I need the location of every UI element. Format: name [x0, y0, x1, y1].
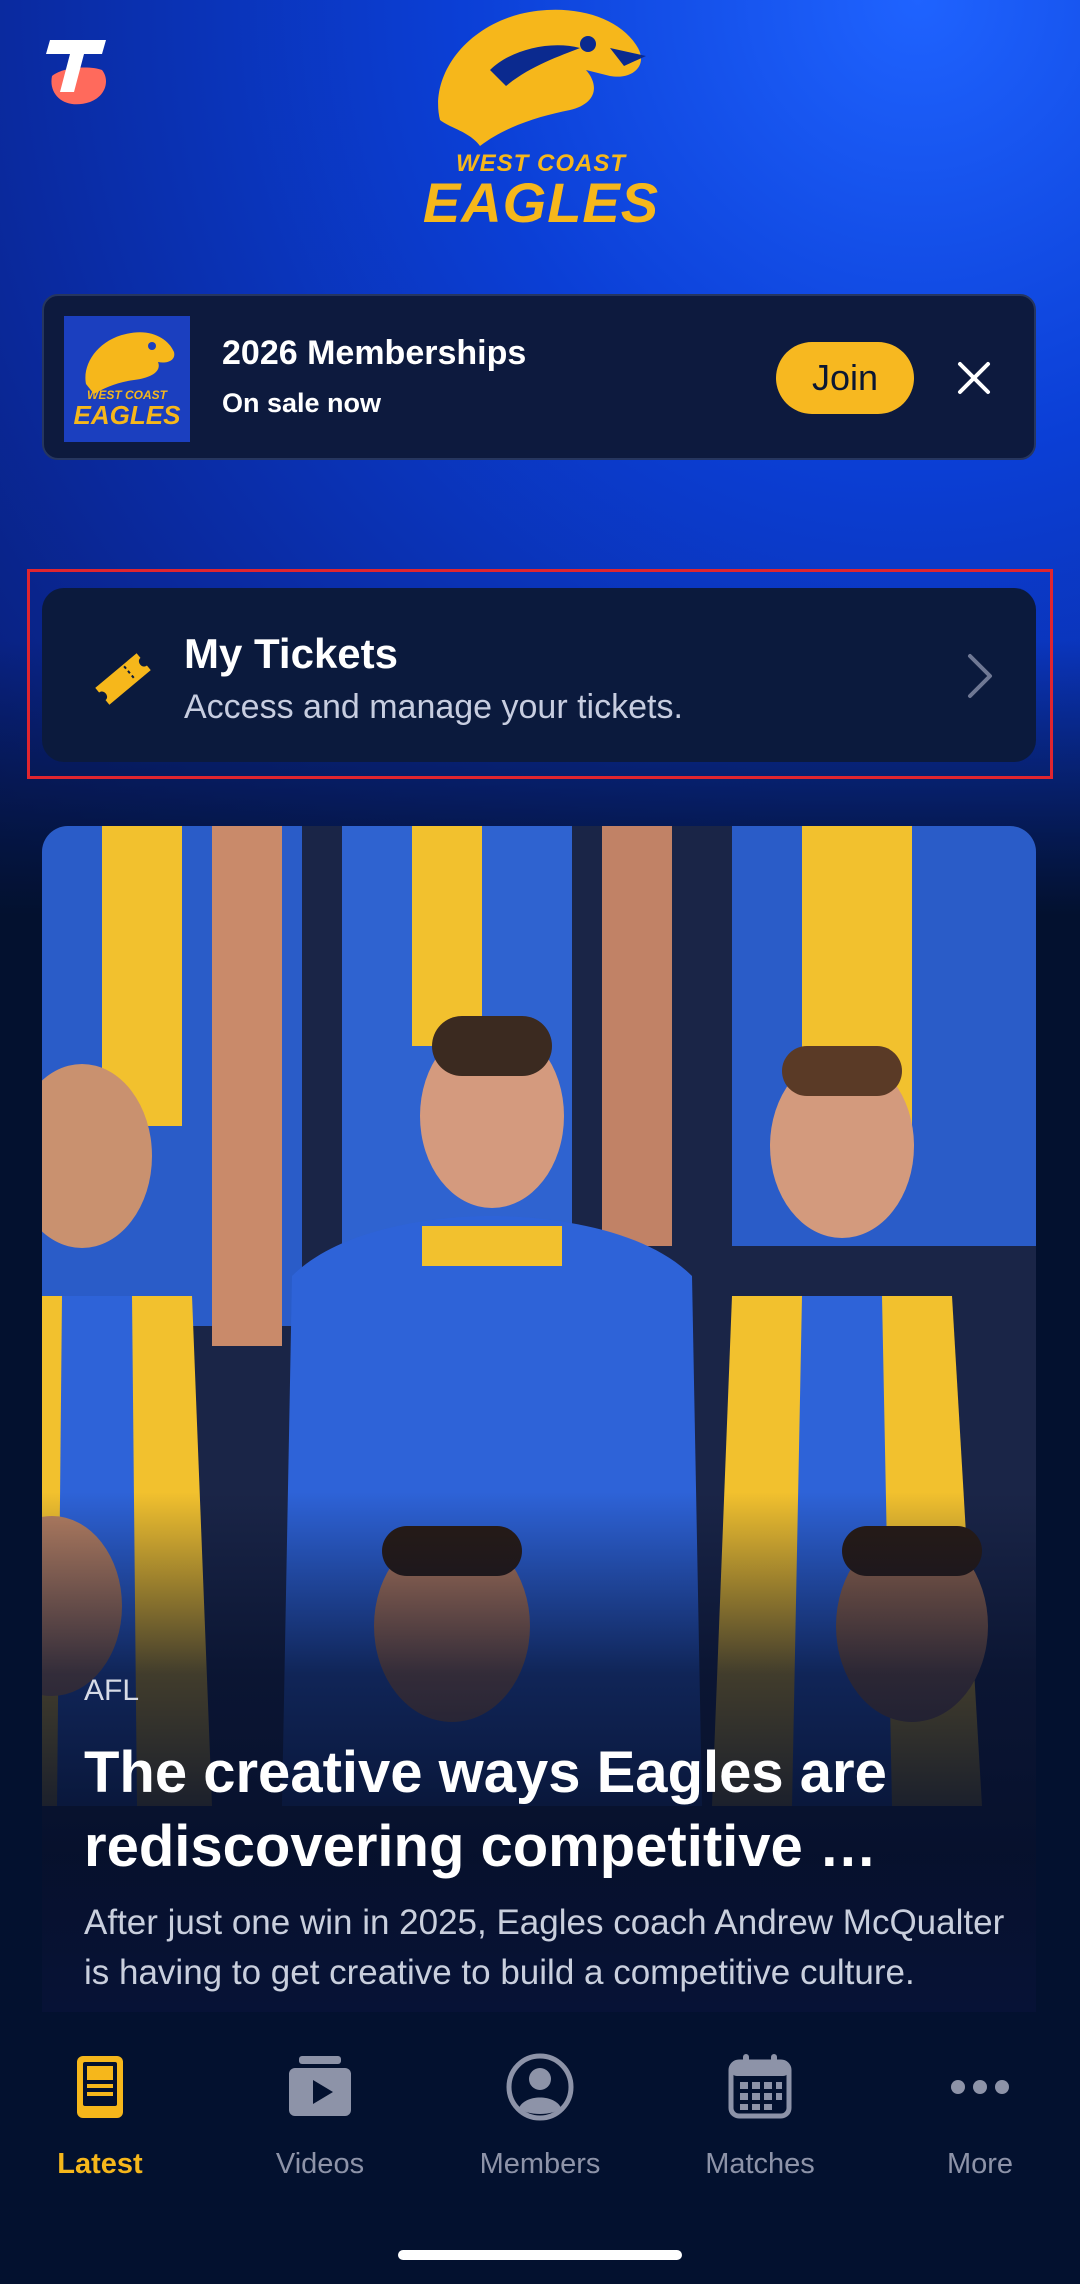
- thumb-text-main: EAGLES: [73, 400, 181, 430]
- telstra-logo: [46, 40, 106, 105]
- bottom-nav: Latest Videos Members Matches More: [0, 2012, 1080, 2284]
- nav-label-matches: Matches: [705, 2148, 815, 2180]
- person-icon: [506, 2053, 574, 2121]
- club-logo: WEST COAST EAGLES: [410, 0, 672, 234]
- membership-subtitle: On sale now: [222, 388, 382, 418]
- nav-videos[interactable]: Videos: [220, 2052, 420, 2181]
- calendar-icon: [728, 2054, 792, 2119]
- nav-label-more: More: [946, 2148, 1014, 2180]
- article-summary: After just one win in 2025, Eagles coach…: [84, 1903, 1005, 1992]
- membership-banner[interactable]: WEST COAST EAGLES 2026 Memberships On sa…: [42, 294, 1036, 460]
- my-tickets-card[interactable]: My Tickets Access and manage your ticket…: [42, 588, 1036, 762]
- nav-members[interactable]: Members: [440, 2052, 640, 2181]
- nav-more[interactable]: More: [880, 2052, 1080, 2181]
- tickets-title: My Tickets: [184, 630, 398, 677]
- close-icon[interactable]: [952, 356, 996, 400]
- article-title[interactable]: The creative ways Eagles are rediscoveri…: [84, 1736, 1014, 1884]
- tickets-subtitle: Access and manage your tickets.: [184, 688, 683, 726]
- ticket-icon: [95, 653, 151, 705]
- club-logo-text-main: EAGLES: [422, 171, 660, 234]
- nav-label-videos: Videos: [275, 2148, 365, 2180]
- article-category: AFL: [84, 1674, 140, 1707]
- home-indicator[interactable]: [398, 2250, 682, 2260]
- nav-label-members: Members: [479, 2148, 601, 2180]
- tablet-icon: [77, 2056, 123, 2118]
- membership-title: 2026 Memberships: [222, 334, 527, 372]
- membership-thumbnail: WEST COAST EAGLES: [64, 316, 190, 442]
- more-icon: [951, 2080, 1009, 2094]
- article-card[interactable]: AFL The creative ways Eagles are redisco…: [42, 826, 1036, 2012]
- eagle-logo-icon: [85, 332, 175, 394]
- chevron-right-icon: [968, 654, 992, 698]
- nav-matches[interactable]: Matches: [660, 2052, 860, 2181]
- eagle-head-icon: [438, 9, 646, 146]
- nav-label-latest: Latest: [57, 2148, 143, 2180]
- join-button[interactable]: Join: [776, 342, 914, 414]
- video-icon: [289, 2056, 351, 2116]
- nav-latest[interactable]: Latest: [0, 2052, 200, 2181]
